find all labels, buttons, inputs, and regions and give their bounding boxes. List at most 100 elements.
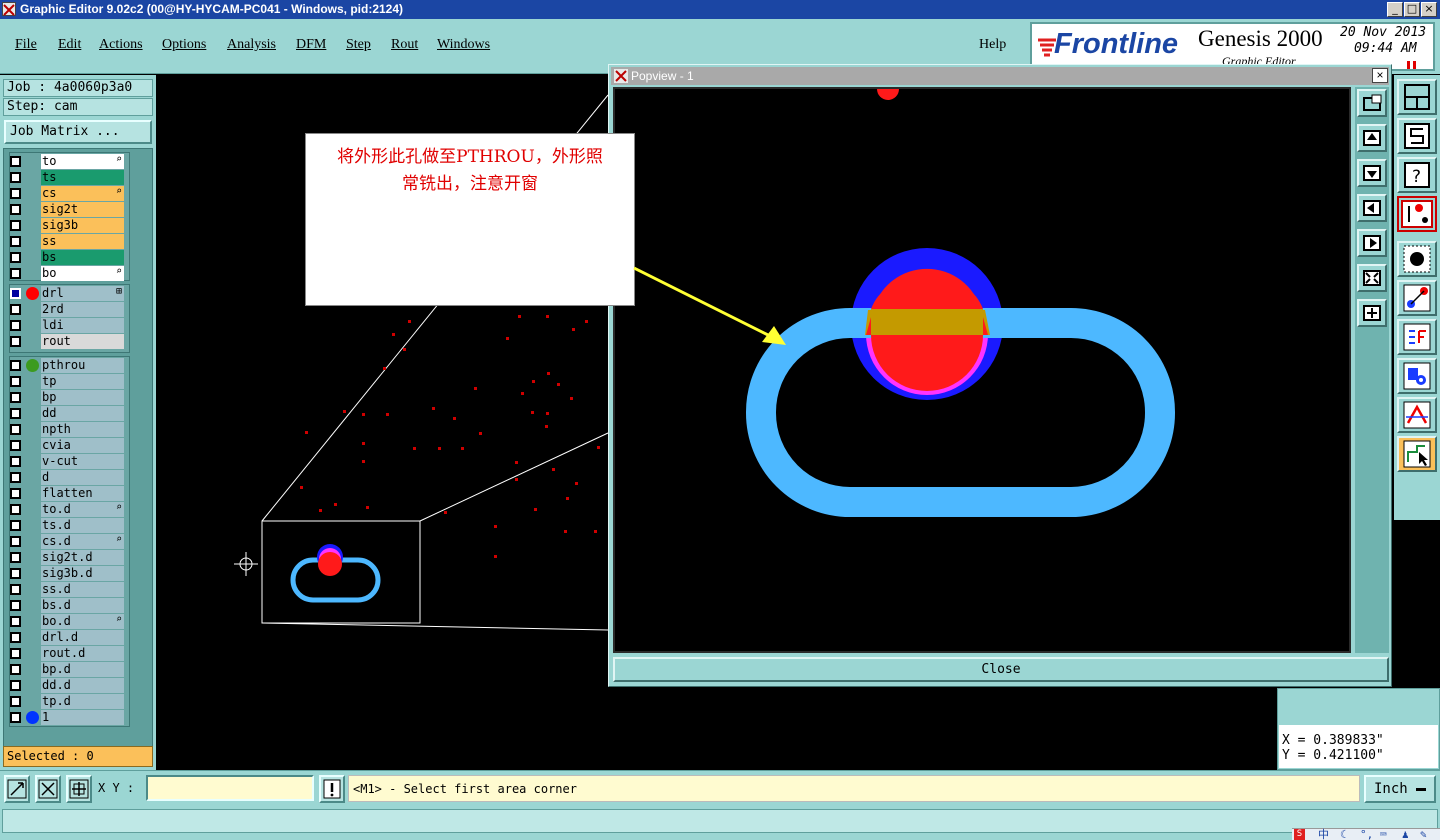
help-icon[interactable]: ?	[1397, 157, 1437, 193]
layer-name[interactable]: ss	[41, 234, 124, 249]
minimize-button[interactable]: _	[1387, 2, 1403, 17]
layer-name[interactable]: tp	[41, 374, 124, 389]
punctuation-icon[interactable]: °,	[1360, 829, 1373, 840]
layer-row-cs[interactable]: cs ⌕	[8, 186, 124, 201]
layer-name[interactable]: sig2t.d	[41, 550, 124, 565]
select-route-icon[interactable]	[1397, 436, 1437, 472]
layer-checkbox[interactable]	[10, 320, 21, 331]
layer-checkbox[interactable]	[10, 268, 21, 279]
layer-name[interactable]: bp	[41, 390, 124, 405]
snap-icon[interactable]	[1397, 118, 1437, 154]
layer-name[interactable]: dd.d	[41, 678, 124, 693]
layer-checkbox[interactable]	[10, 584, 21, 595]
layer-row-to-d[interactable]: to.d ⌕	[8, 502, 124, 517]
tools-icon[interactable]: ✎	[1420, 829, 1427, 840]
layer-row-ts-d[interactable]: ts.d	[8, 518, 124, 533]
ime-language[interactable]: 中	[1318, 829, 1329, 840]
layer-name[interactable]: dd	[41, 406, 124, 421]
layer-row-v-cut[interactable]: v-cut	[8, 454, 124, 469]
layer-checkbox[interactable]	[10, 552, 21, 563]
layer-name[interactable]: sig2t	[41, 202, 124, 217]
pad-icon[interactable]	[1397, 241, 1437, 277]
layer-checkbox[interactable]	[10, 472, 21, 483]
layer-checkbox[interactable]	[10, 504, 21, 515]
layer-row-tp-d[interactable]: tp.d	[8, 694, 124, 709]
layer-name[interactable]: v-cut	[41, 454, 124, 469]
layer-row-sig2t-d[interactable]: sig2t.d	[8, 550, 124, 565]
layer-checkbox[interactable]	[10, 236, 21, 247]
layer-row-ldi[interactable]: ldi	[8, 318, 124, 333]
layer-name[interactable]: bo.d	[41, 614, 124, 629]
layer-checkbox[interactable]	[10, 392, 21, 403]
layer-checkbox[interactable]	[10, 488, 21, 499]
layer-checkbox[interactable]	[10, 696, 21, 707]
menu-help[interactable]: Help	[979, 37, 1006, 53]
layer-name[interactable]: tp.d	[41, 694, 124, 709]
layer-row-bo-d[interactable]: bo.d ⌕	[8, 614, 124, 629]
layer-checkbox[interactable]	[10, 536, 21, 547]
connect-icon[interactable]	[1397, 280, 1437, 316]
layer-row-tp[interactable]: tp	[8, 374, 124, 389]
sogou-ime-icon[interactable]: S	[1294, 829, 1305, 840]
layer-checkbox[interactable]	[10, 376, 21, 387]
menu-dfm[interactable]: DFM	[296, 37, 326, 53]
layer-row-sig2t[interactable]: sig2t	[8, 202, 124, 217]
popview-canvas[interactable]	[613, 78, 1351, 653]
layer-checkbox[interactable]	[10, 336, 21, 347]
layer-checkbox[interactable]	[10, 632, 21, 643]
layer-name[interactable]: bp.d	[41, 662, 124, 677]
user-icon[interactable]: ♟	[1402, 829, 1409, 840]
layer-row-2rd[interactable]: 2rd	[8, 302, 124, 317]
layer-row-to[interactable]: to ⌕	[8, 154, 124, 169]
menu-edit[interactable]: Edit	[58, 37, 81, 53]
zoom-window-icon[interactable]	[1357, 89, 1387, 117]
flip-icon[interactable]	[1397, 319, 1437, 355]
layer-row-sig3b-d[interactable]: sig3b.d	[8, 566, 124, 581]
layer-name[interactable]: flatten	[41, 486, 124, 501]
layer-checkbox[interactable]	[10, 600, 21, 611]
layer-row-bs-d[interactable]: bs.d	[8, 598, 124, 613]
xy-input[interactable]	[146, 775, 314, 801]
maximize-button[interactable]: □	[1404, 2, 1420, 17]
job-matrix-button[interactable]: Job Matrix ...	[4, 120, 152, 144]
layer-row-rout[interactable]: rout	[8, 334, 124, 349]
layer-checkbox[interactable]	[10, 440, 21, 451]
layer-checkbox[interactable]	[10, 568, 21, 579]
layer-checkbox[interactable]	[10, 520, 21, 531]
layer-checkbox[interactable]	[10, 188, 21, 199]
layer-name[interactable]: drl	[41, 286, 124, 301]
netlist-icon[interactable]	[1397, 196, 1437, 232]
layer-name[interactable]: sig3b.d	[41, 566, 124, 581]
layer-row-pthrou[interactable]: pthrou	[8, 358, 124, 373]
pan-down-icon[interactable]	[1357, 159, 1387, 187]
layer-checkbox[interactable]	[10, 712, 21, 723]
layer-row-1[interactable]: 1	[8, 710, 124, 725]
layer-checkbox[interactable]	[10, 424, 21, 435]
layer-checkbox[interactable]	[10, 456, 21, 467]
layer-name[interactable]: ts	[41, 170, 124, 185]
pan-left-icon[interactable]	[1357, 194, 1387, 222]
layer-name[interactable]: cvia	[41, 438, 124, 453]
layer-checkbox[interactable]	[10, 172, 21, 183]
layer-checkbox[interactable]	[10, 304, 21, 315]
layer-row-dd[interactable]: dd	[8, 406, 124, 421]
layer-checkbox[interactable]	[10, 664, 21, 675]
layer-checkbox[interactable]	[10, 288, 21, 299]
measure-icon[interactable]	[1397, 397, 1437, 433]
layer-row-sig3b[interactable]: sig3b	[8, 218, 124, 233]
layer-name[interactable]: cs	[41, 186, 124, 201]
layer-checkbox[interactable]	[10, 680, 21, 691]
layer-row-bp-d[interactable]: bp.d	[8, 662, 124, 677]
layer-checkbox[interactable]	[10, 220, 21, 231]
layer-row-drl[interactable]: drl ⊞	[8, 286, 124, 301]
layer-row-npth[interactable]: npth	[8, 422, 124, 437]
layer-name[interactable]: 1	[41, 710, 124, 725]
layer-row-ss-d[interactable]: ss.d	[8, 582, 124, 597]
layer-checkbox[interactable]	[10, 360, 21, 371]
layer-row-cvia[interactable]: cvia	[8, 438, 124, 453]
menu-windows[interactable]: Windows	[437, 37, 490, 53]
layer-name[interactable]: rout.d	[41, 646, 124, 661]
alert-icon[interactable]	[319, 775, 345, 803]
components-icon[interactable]	[1397, 358, 1437, 394]
menu-options[interactable]: Options	[162, 37, 206, 53]
